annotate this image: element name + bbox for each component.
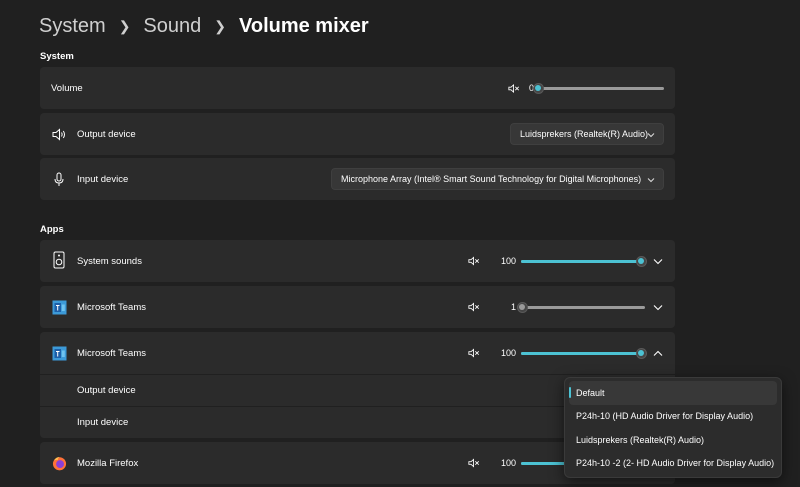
page-title: Volume mixer [239,14,369,37]
mute-icon[interactable] [468,348,480,358]
speaker-icon [51,251,67,269]
app-row-microsoft-teams: Microsoft Teams 1 [40,286,675,328]
volume-value: 100 [500,256,516,266]
option-label: P24h-10 -2 (2- HD Audio Driver for Displ… [576,458,775,469]
app-row-microsoft-teams: Microsoft Teams 100 [40,332,675,374]
app-name: Microsoft Teams [77,301,146,313]
option-label: P24h-10 (HD Audio Driver for Display Aud… [576,411,754,422]
output-device-popup: Default P24h-10 (HD Audio Driver for Dis… [564,377,782,478]
popup-option[interactable]: P24h-10 (HD Audio Driver for Display Aud… [569,405,777,429]
input-device-dropdown[interactable]: Microphone Array (Intel® Smart Sound Tec… [331,168,664,190]
chevron-right-icon: ❯ [118,17,131,34]
volume-slider[interactable] [516,300,645,314]
volume-slider[interactable] [521,254,647,268]
volume-slider[interactable] [521,346,647,360]
chevron-right-icon: ❯ [214,17,226,34]
input-device-selected: Microphone Array (Intel® Smart Sound Tec… [341,174,642,184]
volume-label: Volume [51,82,83,94]
volume-value: 100 [500,458,516,468]
section-label-system: System [40,51,74,62]
output-device-dropdown[interactable]: Luidsprekers (Realtek(R) Audio) [510,123,664,145]
app-name: System sounds [77,255,142,267]
chevron-down-icon [647,175,655,185]
mute-icon[interactable] [468,458,480,468]
chevron-down-icon[interactable] [652,255,664,267]
option-label: Luidsprekers (Realtek(R) Audio) [576,434,705,445]
section-label-apps: Apps [40,224,64,235]
output-device-label: Output device [77,128,136,140]
system-output-device-row: Output device Luidsprekers (Realtek(R) A… [40,113,675,155]
app-input-device-label: Input device [77,417,129,428]
breadcrumb-sound[interactable]: Sound [143,15,201,38]
speaker-icon [51,126,67,142]
popup-option-default[interactable]: Default [569,381,777,405]
option-label: Default [576,387,605,398]
mute-icon[interactable] [468,302,480,312]
output-device-selected: Luidsprekers (Realtek(R) Audio) [520,129,649,139]
breadcrumb-system[interactable]: System [39,15,106,38]
chevron-down-icon[interactable] [652,301,664,313]
system-input-device-row: Input device Microphone Array (Intel® Sm… [40,158,675,200]
volume-value: 100 [500,348,516,358]
app-name: Microsoft Teams [77,347,146,359]
input-device-label: Input device [77,173,129,185]
app-output-device-label: Output device [77,385,136,396]
microphone-icon [51,171,67,187]
app-row-system-sounds: System sounds 100 [40,240,675,282]
breadcrumb: System ❯ Sound ❯ Volume mixer [39,12,369,40]
chevron-down-icon [647,130,655,140]
volume-value: 0 [528,83,534,93]
system-volume-row: Volume 0 [40,67,675,109]
mute-icon[interactable] [468,256,480,266]
popup-option[interactable]: P24h-10 -2 (2- HD Audio Driver for Displ… [569,452,777,476]
volume-value: 1 [510,302,516,312]
app-name: Mozilla Firefox [77,457,139,469]
teams-icon [51,345,67,361]
teams-icon [51,299,67,315]
chevron-up-icon[interactable] [652,347,664,359]
volume-slider[interactable] [532,81,664,95]
firefox-icon [51,455,67,471]
popup-option[interactable]: Luidsprekers (Realtek(R) Audio) [569,428,777,452]
